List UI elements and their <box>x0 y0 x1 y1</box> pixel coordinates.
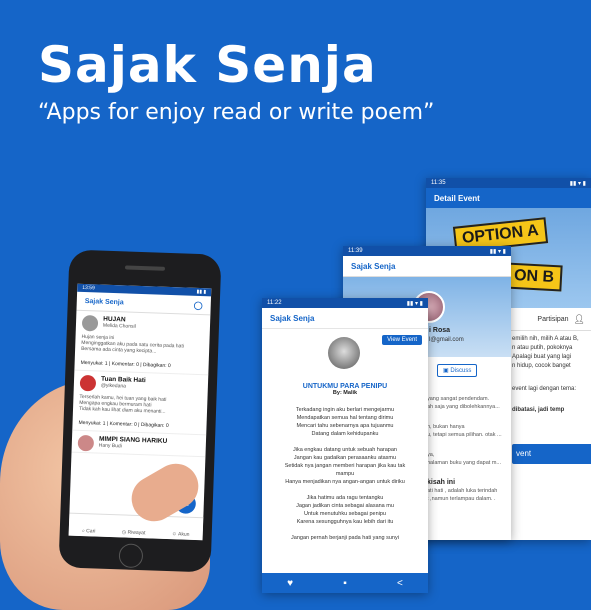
app-bar: Sajak Senja <box>343 256 511 277</box>
status-icons: ▮▮ ▾ ▮ <box>489 248 506 255</box>
poem-stanza: Jangan pernah berjanji pada hati yang su… <box>262 534 428 542</box>
poem-stanza: Jika engkau datang untuk sebuah harapan … <box>262 446 428 486</box>
status-icons: ▮▮ ▮ <box>196 288 207 296</box>
poem-line: mampu <box>335 471 355 477</box>
page-title: Sajak Senja <box>351 261 396 271</box>
post-line: ya, <box>427 452 435 458</box>
avatar <box>81 314 99 332</box>
phone-speaker <box>124 265 166 271</box>
poem-title: UNTUKMU PARA PENIPU <box>302 383 388 390</box>
comment-icon[interactable]: ▪ <box>343 578 347 589</box>
home-button[interactable] <box>118 543 144 569</box>
discuss-button[interactable]: ▣ Discuss <box>437 364 478 377</box>
desc-line: event lagi dengan tema: <box>512 386 577 392</box>
list-item[interactable]: Tuan Baik Hati @yikedana Terserlah kamu,… <box>72 370 209 436</box>
poem-line: Terkadang ingin aku berlari mengejarmu <box>295 407 395 413</box>
view-event-button[interactable]: View Event <box>382 335 422 345</box>
page-title: Detail Event <box>434 193 480 203</box>
poem-line: Setidak nya jangan memberi harapan jika … <box>284 463 406 469</box>
post-line: halaman buku yang dapat m... <box>427 460 501 466</box>
post-line: t ,namun terlampau dalam. . <box>427 496 496 502</box>
poem-line: Jangan kau gadaikan perasaanku atasmu <box>293 455 397 461</box>
join-event-button[interactable]: vent <box>512 444 591 464</box>
item-stats: Menyukai: 1 | Komentar: 0 | Dibagikan: 0 <box>78 419 169 430</box>
status-time: 13:59 <box>82 284 95 292</box>
poem-line: Jangan pernah berjanji pada hati yang su… <box>291 535 399 541</box>
sign-option-b: ON B <box>505 262 563 292</box>
nav-label: Riwayat <box>127 529 146 537</box>
hero-subtitle: “Apps for enjoy read or write poem” <box>38 100 435 125</box>
poem-line: Hanya menjadikan nya angan-angan untuk d… <box>285 479 405 485</box>
poem-line: Mencari tahu sebenarnya apa tujuanmu <box>296 423 394 429</box>
bottom-nav: ⌕ Cari ◷ Riwayat ☺ Akun <box>68 512 204 541</box>
poem-stanza: Jika hatimu ada ragu tentangku Jagan jad… <box>262 494 428 526</box>
status-icons: ▮▮ ▾ ▮ <box>569 180 586 187</box>
desc-line: n atau putih, pokoknya <box>512 345 573 351</box>
page-title: Sajak Senja <box>84 297 124 306</box>
phone-device: 13:59 ▮▮ ▮ Sajak Senja ◯ HUJAN Melida Cho… <box>58 249 222 573</box>
hero-title: Sajak Senja <box>38 36 377 94</box>
nav-label: Cari <box>86 528 96 535</box>
status-bar: 11:35 ▮▮ ▾ ▮ <box>426 178 591 188</box>
post-line: ati hati , adalah luka terindah <box>427 488 498 494</box>
poem-stanza: Terkadang ingin aku berlari mengejarmu M… <box>262 406 428 438</box>
item-stats: Menyukai: 1 | Komentar: 0 | Dibagikan: 0 <box>80 359 171 370</box>
status-time: 11:39 <box>348 248 363 254</box>
poem-line: Jika engkau datang untuk sebuah harapan <box>293 447 397 453</box>
poem-line: Jagan jadikan cinta sebagai alasana mu <box>296 503 394 509</box>
nav-cari[interactable]: ⌕ Cari <box>82 528 96 534</box>
poem-line: Datang dalam kehidupanku <box>311 431 379 437</box>
poem-author: By: Malik <box>332 390 358 396</box>
status-icons: ▮▮ ▾ ▮ <box>406 300 423 307</box>
status-time: 11:35 <box>431 180 446 186</box>
post-line: ah saja yang dibolehkannya... <box>427 404 500 410</box>
bottom-action-bar: ♥ ▪ < <box>262 573 428 593</box>
poem-screen: 11:22 ▮▮ ▾ ▮ Sajak Senja View Event UNTUK… <box>262 298 428 593</box>
avatar <box>77 434 95 452</box>
poem-line: Untuk menutuhku sebagai penipu <box>304 511 386 517</box>
person-icon: 👤︎ <box>573 313 585 324</box>
author-avatar <box>328 337 360 369</box>
post-line: yang sangat pendendam. <box>427 396 490 402</box>
section-title: kisah ini <box>427 479 456 486</box>
nav-label: Akun <box>177 531 190 538</box>
avatar <box>79 374 97 392</box>
page-title: Sajak Senja <box>270 313 315 323</box>
nav-akun[interactable]: ☺ Akun <box>172 531 190 538</box>
app-bar: Detail Event <box>426 188 591 208</box>
profile-email: l@gmail.com <box>429 337 464 343</box>
tab-partisipan[interactable]: Partisipan <box>537 316 568 323</box>
nav-riwayat[interactable]: ◷ Riwayat <box>122 529 146 536</box>
poem-line: Jika hatimu ada ragu tentangku <box>306 495 384 501</box>
desc-line: emilih nih, milih A atau B, <box>512 336 579 342</box>
poem-header: View Event <box>262 329 428 379</box>
desc-line: Apalagi buat yang lagi <box>512 354 572 360</box>
list-item[interactable]: HUJAN Melida Chonsil Hujan senja ini Men… <box>74 310 211 376</box>
desc-line: n hidup, cocok banget <box>512 363 571 369</box>
list-item[interactable]: MIMPI SIANG HARIKU Hany Budi <box>71 430 207 458</box>
heart-icon[interactable]: ♥ <box>287 578 293 589</box>
status-time: 11:22 <box>267 300 282 306</box>
poem-line: Mendapatkan semua hal tentang dirimu <box>296 415 394 421</box>
poem-line: Karena sesungguhnya kau lebih dari itu <box>296 519 394 525</box>
desc-line: dibatasi, jadi temp <box>512 407 565 413</box>
profile-name: i Rosa <box>429 327 451 334</box>
app-bar: Sajak Senja <box>262 308 428 329</box>
status-bar: 11:22 ▮▮ ▾ ▮ <box>262 298 428 308</box>
status-bar: 11:39 ▮▮ ▾ ▮ <box>343 246 511 256</box>
post-line: h, bukan hanya <box>427 424 465 430</box>
share-icon[interactable]: < <box>397 578 403 589</box>
chat-icon[interactable]: ◯ <box>194 300 203 309</box>
post-line: u, tetapi semua pilihan. otak ... <box>427 432 502 438</box>
discuss-label: Discuss <box>450 368 472 374</box>
